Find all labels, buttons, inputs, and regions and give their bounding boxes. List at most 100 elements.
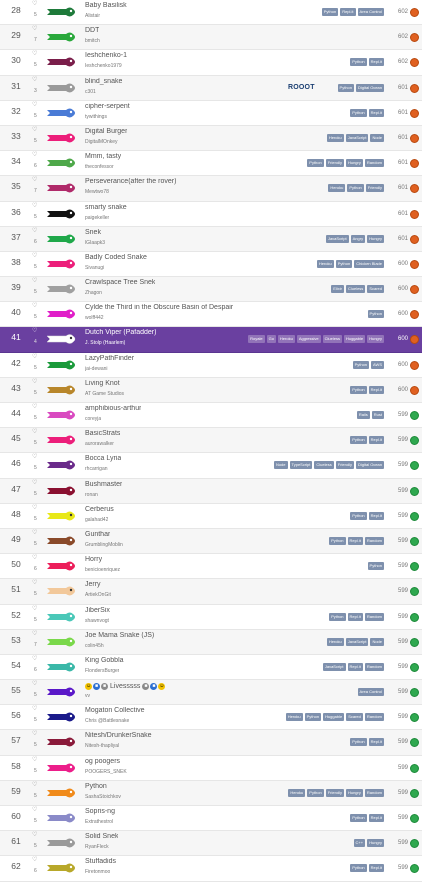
heart-icon[interactable]: ♡ — [32, 731, 37, 738]
leaderboard-row[interactable]: 47 ♡ 5 Bushmaster ronan 599 — [0, 478, 422, 504]
leaderboard-row[interactable]: 33 ♡ 5 Digital Burger DigitalMOnkey Heroku Jav… — [0, 125, 422, 152]
leaderboard-row[interactable]: 46 ♡ 5 Bocca Lyria rhcarrigan Node TypeScript C… — [0, 453, 422, 479]
author-name[interactable]: FlondersBurger — [85, 668, 119, 674]
tag-badge[interactable]: Random — [364, 612, 384, 621]
tag-badge[interactable]: Repl.it — [368, 385, 384, 394]
snake-name[interactable]: Bushmaster — [85, 481, 122, 488]
heart-icon[interactable]: ♡ — [32, 127, 37, 134]
tag-badge[interactable]: Python — [350, 738, 367, 747]
heart-icon[interactable]: ♡ — [32, 631, 37, 638]
heart-icon[interactable]: ♡ — [32, 203, 37, 210]
leaderboard-row[interactable]: 61 ♡ 5 Solid Snek RyanFleck C++ Hungry 599 — [0, 831, 422, 857]
snake-name[interactable]: Dutch Viper (Pafadder) — [85, 329, 156, 336]
author-name[interactable]: Mewtwo78 — [85, 189, 109, 195]
tag-badge[interactable]: Node — [273, 461, 288, 470]
snake-name[interactable]: Mmm, tasty — [85, 153, 121, 160]
author-name[interactable]: wolff442 — [85, 315, 104, 321]
author-name[interactable]: DigitalMOnkey — [85, 139, 118, 145]
heart-icon[interactable]: ♡ — [32, 505, 37, 512]
tag-badge[interactable]: Repl.it — [347, 662, 363, 671]
tag-badge[interactable]: Python — [350, 108, 367, 117]
author-name[interactable]: Ieshchenko1979 — [85, 63, 122, 69]
tag-badge[interactable]: Python — [304, 713, 322, 722]
tag-badge[interactable]: Rust — [371, 411, 384, 419]
tag-badge[interactable]: Hungry — [345, 159, 363, 168]
tag-badge[interactable]: Huggable — [343, 335, 366, 344]
tag-badge[interactable]: Heroku — [326, 637, 344, 646]
tag-badge[interactable]: Heroku — [316, 259, 334, 268]
snake-name[interactable]: cipher-serpent — [85, 103, 130, 110]
tag-badge[interactable]: Heroku — [326, 133, 344, 142]
leaderboard-row[interactable]: 34 ♡ 6 Mmm, tasty theconfessor Python Friendly… — [0, 151, 422, 177]
author-name[interactable]: POOGERS_SNEK — [85, 769, 127, 775]
tag-badge[interactable]: JavaScript — [345, 133, 369, 142]
author-name[interactable]: coreyja — [85, 416, 101, 422]
snake-name[interactable]: Living Knot — [85, 380, 120, 387]
tag-badge[interactable]: Chicken Blade — [354, 259, 384, 268]
tag-badge[interactable]: Repl.it — [347, 536, 363, 545]
leaderboard-row[interactable]: 52 ♡ 5 JiberSix shawnvogt Python Repl.it Random… — [0, 604, 422, 630]
tag-badge[interactable]: Python — [329, 536, 346, 545]
snake-name[interactable]: JiberSix — [85, 607, 110, 614]
tag-badge[interactable]: Repl.it — [368, 511, 384, 520]
author-name[interactable]: RyanFleck — [85, 844, 109, 850]
tag-badge[interactable]: Random — [364, 536, 384, 545]
author-name[interactable]: ronan — [85, 492, 98, 498]
tag-badge[interactable]: Heroku — [277, 335, 295, 344]
snake-name[interactable]: Stuffadids — [85, 858, 116, 865]
author-name[interactable]: lGIaapk3 — [85, 240, 105, 246]
snake-name[interactable]: Cerberus — [85, 506, 114, 513]
tag-badge[interactable]: JavaScript — [322, 662, 346, 671]
leaderboard-row[interactable]: 30 ♡ 5 Ieshchenko-1 Ieshchenko1979 Python Repl… — [0, 50, 422, 76]
author-name[interactable]: galahad42 — [85, 517, 108, 523]
tag-badge[interactable]: C++ — [353, 839, 366, 848]
leaderboard-row[interactable]: 58 ♡ 5 og poogers POOGERS_SNEK 599 — [0, 755, 422, 781]
tag-badge[interactable]: Clueless — [345, 285, 366, 294]
tag-badge[interactable]: Clueless — [314, 461, 334, 470]
tag-badge[interactable]: Hungry — [367, 234, 384, 243]
snake-name[interactable]: Python — [85, 783, 107, 790]
author-name[interactable]: paigekeller — [85, 215, 109, 221]
tag-badge[interactable]: Repl.it — [368, 864, 384, 873]
snake-name[interactable]: smarty snake — [85, 204, 127, 211]
heart-icon[interactable]: ♡ — [32, 606, 37, 613]
tag-badge[interactable]: Friendly — [335, 461, 354, 470]
tag-badge[interactable]: Repl.it — [368, 738, 384, 747]
tag-badge[interactable]: Python — [307, 159, 324, 168]
snake-name[interactable]: Perseverance(after the rover) — [85, 178, 176, 185]
heart-icon[interactable]: ♡ — [32, 152, 37, 159]
snake-name[interactable]: blind_snake — [85, 78, 122, 85]
leaderboard-row[interactable]: 62 ♡ 6 Stuffadids Firetonmoo Python Repl.it 599 — [0, 856, 422, 882]
heart-icon[interactable]: ♡ — [32, 1, 37, 8]
leaderboard-row[interactable]: 43 ♡ 5 Living Knot AT Game Studios Python Repl… — [0, 377, 422, 403]
tag-badge[interactable]: Python — [329, 612, 346, 621]
leaderboard-row[interactable]: 37 ♡ 6 Snek lGIaapk3 JavaScript Angry Hungry 601 — [0, 226, 422, 252]
heart-icon[interactable]: ♡ — [32, 51, 37, 58]
tag-badge[interactable]: TypeScript — [289, 461, 313, 470]
tag-badge[interactable]: Python — [350, 58, 367, 67]
leaderboard-row[interactable]: 44 ♡ 5 amphibious-arthur coreyja Rails Rust 599 — [0, 403, 422, 429]
snake-name[interactable]: Ieshchenko-1 — [85, 52, 127, 59]
tag-badge[interactable]: AWS — [371, 360, 384, 369]
author-name[interactable]: Alistair — [85, 13, 100, 19]
tag-badge[interactable]: Friendly — [325, 788, 344, 797]
tag-badge[interactable]: Python — [367, 310, 384, 319]
author-name[interactable]: Sivanugi — [85, 265, 104, 271]
snake-name[interactable]: Joe Mama Snake (JS) — [85, 632, 154, 639]
heart-icon[interactable]: ♡ — [32, 555, 37, 562]
heart-icon[interactable]: ♡ — [32, 656, 37, 663]
author-name[interactable]: benicioenriquez — [85, 567, 120, 573]
author-name[interactable]: J. Stolp (Haarlem) — [85, 340, 125, 346]
snake-name[interactable]: Badly Coded Snake — [85, 254, 147, 261]
heart-icon[interactable]: ♡ — [32, 857, 37, 864]
snake-name[interactable]: amphibious-arthur — [85, 405, 141, 412]
tag-badge[interactable]: Hungry — [345, 788, 363, 797]
snake-name[interactable]: og poogers — [85, 758, 120, 765]
heart-icon[interactable]: ♡ — [32, 480, 37, 487]
snake-name[interactable]: Digital Burger — [85, 128, 127, 135]
author-name[interactable]: theconfessor — [85, 164, 114, 170]
tag-badge[interactable]: Huggable — [323, 713, 345, 722]
tag-badge[interactable]: Rails — [356, 411, 370, 419]
tag-badge[interactable]: Python — [350, 814, 367, 822]
tag-badge[interactable]: Python — [337, 83, 354, 92]
